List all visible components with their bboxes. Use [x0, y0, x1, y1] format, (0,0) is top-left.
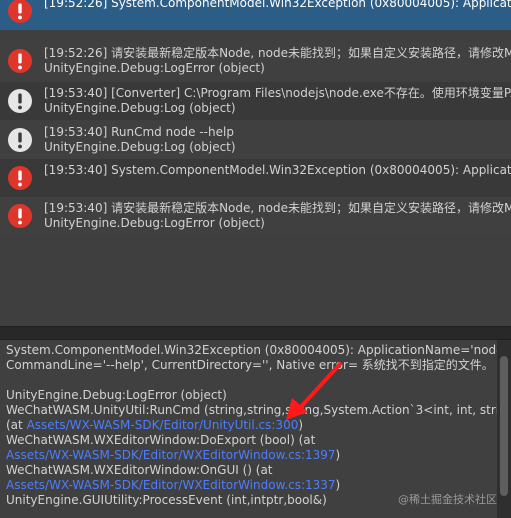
stacktrace-link[interactable]: Assets/WX-WASM-SDK/Editor/WXEditorWindow…	[6, 448, 336, 462]
detail-line: Assets/WX-WASM-SDK/Editor/WXEditorWindow…	[6, 448, 340, 463]
panel-splitter[interactable]	[0, 326, 511, 340]
error-icon	[8, 166, 32, 190]
detail-line: WeChatWASM.UnityUtil:RunCmd (string,stri…	[6, 403, 497, 417]
log-entry[interactable]: [19:53:40] RunCmd node --help UnityEngin…	[0, 121, 511, 159]
log-entry-message: [19:53:40] System.ComponentModel.Win32Ex…	[44, 163, 511, 177]
info-icon	[8, 89, 32, 113]
detail-line: WeChatWASM.WXEditorWindow:OnGUI () (at	[6, 463, 273, 477]
scrollbar-thumb[interactable]	[500, 356, 508, 496]
log-entry[interactable]: [19:53:40] [Converter] C:\Program Files\…	[0, 82, 511, 120]
detail-text: )	[335, 478, 341, 492]
detail-line: Assets/WX-WASM-SDK/Editor/WXEditorWindow…	[6, 478, 340, 493]
log-entry-source: UnityEngine.Debug:Log (object)	[44, 140, 236, 154]
log-entry-source: UnityEngine.Debug:LogError (object)	[44, 61, 265, 75]
error-icon	[8, 204, 32, 228]
log-entry-source: UnityEngine.Debug:Log (object)	[44, 101, 236, 115]
error-icon	[8, 49, 32, 73]
log-entry[interactable]: [19:52:26] System.ComponentModel.Win32Ex…	[0, 0, 511, 30]
log-entry[interactable]: [19:53:40] System.ComponentModel.Win32Ex…	[0, 159, 511, 197]
detail-text: (at	[6, 418, 27, 432]
error-icon	[8, 0, 32, 23]
log-entry[interactable]: [19:53:40] 请安装最新稳定版本Node, node未能找到；如果自定义…	[0, 197, 511, 235]
detail-text: )	[298, 418, 304, 432]
detail-line: UnityEngine.GUIUtility:ProcessEvent (int…	[6, 493, 327, 507]
detail-line: UnityEngine.Debug:LogError (object)	[6, 388, 227, 402]
watermark: @稀土掘金技术社区	[398, 493, 497, 506]
console-window: [19:52:26] System.ComponentModel.Win32Ex…	[0, 0, 511, 518]
stacktrace-link[interactable]: Assets/WX-WASM-SDK/Editor/UnityUtil.cs:3…	[27, 418, 299, 432]
log-entry-message: [19:53:40] RunCmd node --help	[44, 125, 234, 139]
stacktrace-link[interactable]: Assets/WX-WASM-SDK/Editor/WXEditorWindow…	[6, 478, 336, 492]
log-entry-source: UnityEngine.Debug:LogError (object)	[44, 216, 265, 230]
log-entry-message: [19:53:40] 请安装最新稳定版本Node, node未能找到；如果自定义…	[44, 201, 511, 215]
detail-line: (at Assets/WX-WASM-SDK/Editor/UnityUtil.…	[6, 418, 303, 433]
log-list[interactable]: [19:52:26] System.ComponentModel.Win32Ex…	[0, 0, 511, 326]
detail-scrollbar[interactable]	[497, 340, 511, 518]
log-entry-message: [19:52:26] System.ComponentModel.Win32Ex…	[44, 0, 511, 10]
detail-line: System.ComponentModel.Win32Exception (0x…	[6, 343, 497, 357]
detail-line: WeChatWASM.WXEditorWindow:DoExport (bool…	[6, 433, 316, 447]
log-entry-message: [19:52:26] 请安装最新稳定版本Node, node未能找到；如果自定义…	[44, 46, 511, 60]
info-icon	[8, 128, 32, 152]
detail-text: )	[335, 448, 341, 462]
log-entry[interactable]: [19:52:26] 请安装最新稳定版本Node, node未能找到；如果自定义…	[0, 42, 511, 80]
log-entry-message: [19:53:40] [Converter] C:\Program Files\…	[44, 86, 511, 100]
detail-line: CommandLine='--help', CurrentDirectory='…	[6, 358, 494, 372]
